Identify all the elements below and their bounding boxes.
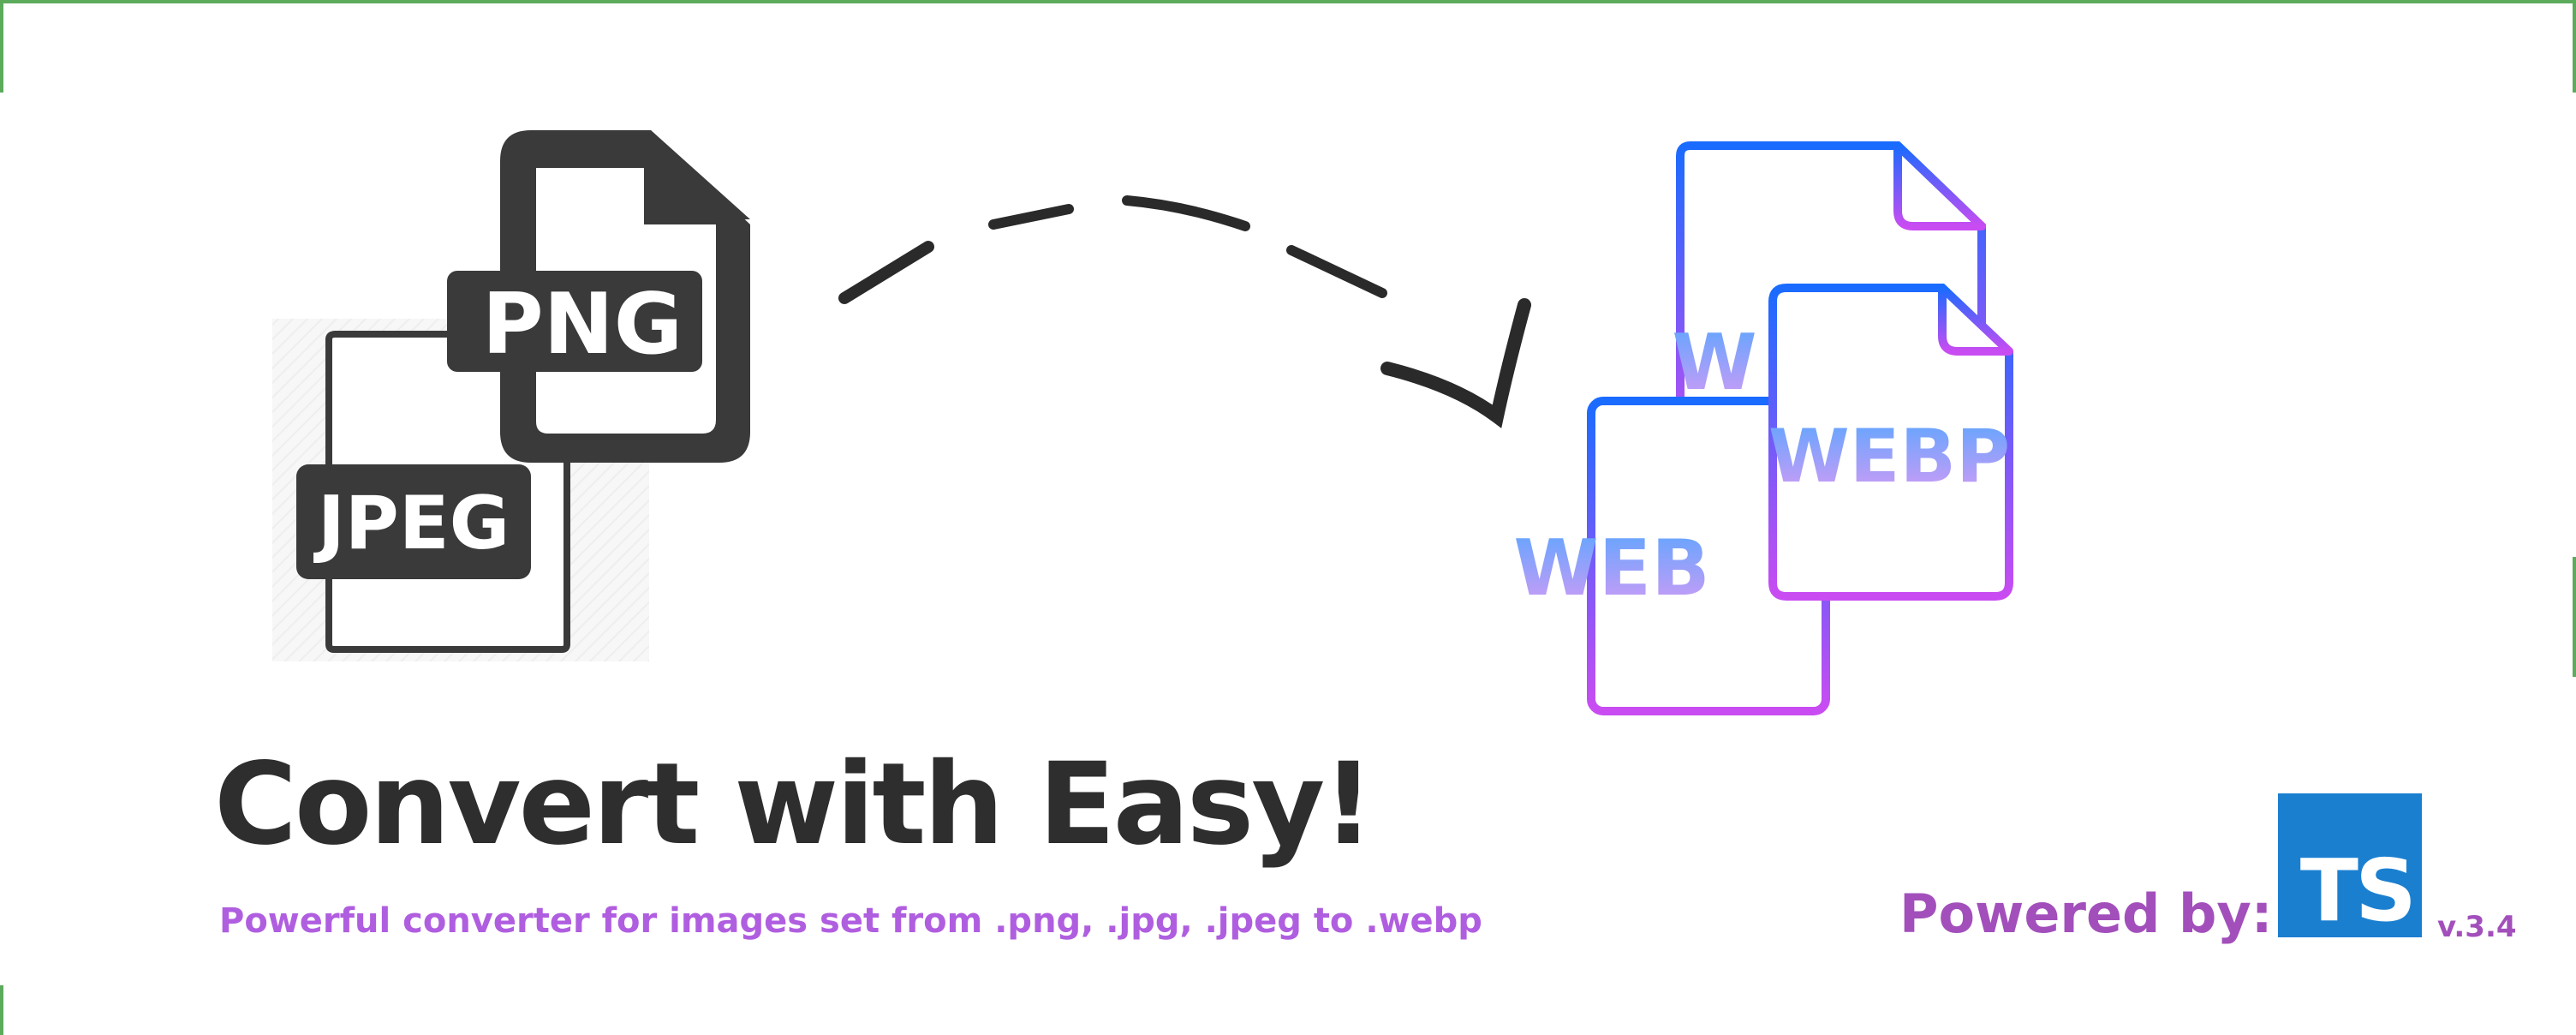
powered-by-label: Powered by: bbox=[1899, 882, 2273, 945]
jpeg-label: JPEG bbox=[313, 481, 510, 566]
webp-left-label: WEB bbox=[1513, 523, 1709, 613]
png-label: PNG bbox=[482, 276, 683, 374]
arrow-icon bbox=[838, 195, 1531, 428]
version-label: v.3.4 bbox=[2437, 910, 2517, 944]
headline: Convert with Easy! bbox=[214, 739, 1374, 870]
webp-back-label: W bbox=[1672, 318, 1756, 408]
typescript-logo-text: TS bbox=[2299, 841, 2417, 941]
hero-illustration: JPEG PNG W WEB WEBP bbox=[272, 130, 2013, 715]
webp-front-label: WEBP bbox=[1768, 414, 2010, 500]
webp-file-front-icon: WEBP bbox=[1768, 284, 2013, 601]
typescript-logo: TS bbox=[2278, 793, 2422, 937]
frame-border-left-lower bbox=[0, 985, 3, 1035]
subline: Powerful converter for images set from .… bbox=[219, 901, 1482, 941]
